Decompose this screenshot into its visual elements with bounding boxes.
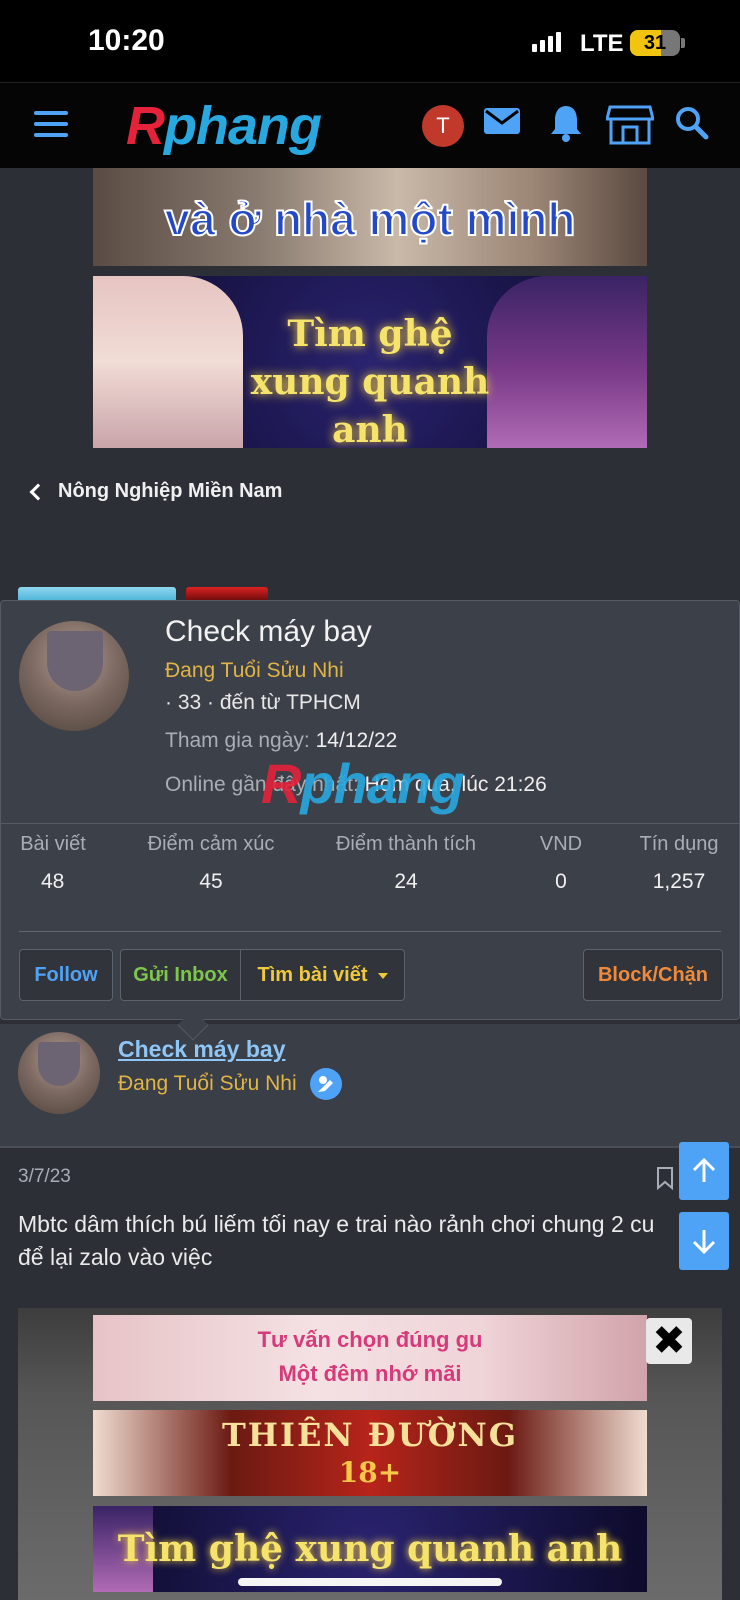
caret-down-icon <box>377 972 388 979</box>
post-content: Mbtc dâm thích bú liếm tối nay e trai nà… <box>18 1211 655 1270</box>
site-watermark: Rphang <box>261 752 464 815</box>
ad-banner-top-text: và ở nhà một mình <box>164 192 577 246</box>
signal-icon <box>532 32 561 52</box>
send-inbox-button[interactable]: Gửi Inbox <box>120 949 241 1001</box>
follow-button[interactable]: Follow <box>19 949 113 1001</box>
partial-tab-a <box>18 587 176 601</box>
partial-tab-b <box>186 587 268 601</box>
ad-banner-paradise[interactable]: THIÊN ĐƯỜNG 18+ <box>93 1410 647 1496</box>
battery-icon: 31 <box>630 30 680 56</box>
chevron-left-icon <box>29 483 47 500</box>
status-time: 10:20 <box>88 24 165 57</box>
profile-joined: Tham gia ngày: 14/12/22 <box>165 729 398 752</box>
network-label: LTE <box>580 30 624 57</box>
block-button[interactable]: Block/Chặn <box>583 949 723 1001</box>
site-logo[interactable]: Rphang <box>126 95 322 157</box>
post-date[interactable]: 3/7/23 <box>18 1166 71 1188</box>
user-avatar[interactable]: T <box>422 105 464 147</box>
mail-icon[interactable] <box>482 103 528 149</box>
profile-name[interactable]: Check máy bay <box>165 615 372 649</box>
divider <box>1 823 739 824</box>
profile-age-location: · 33 · đến từ TPHCM <box>165 691 361 714</box>
author-avatar[interactable] <box>18 1032 100 1114</box>
hamburger-icon[interactable] <box>34 111 68 139</box>
ad-banner-second-text: Tìm ghệ xung quanh anh <box>250 313 490 448</box>
scroll-up-button[interactable] <box>679 1142 729 1200</box>
profile-user-title: Đang Tuổi Sửu Nhi <box>165 659 344 682</box>
battery-level: 31 <box>643 32 667 54</box>
stat-vnd: VND 0 <box>539 833 583 893</box>
divider <box>19 931 721 932</box>
battery-cap <box>681 38 685 48</box>
stat-posts[interactable]: Bài viết 48 <box>19 833 87 894</box>
home-indicator[interactable] <box>238 1578 502 1586</box>
status-bar: 10:20 LTE 31 <box>0 0 740 82</box>
ad-banner-second[interactable]: Tìm ghệ xung quanh anh <box>93 276 647 448</box>
top-nav: Rphang T <box>0 82 740 168</box>
author-name-link[interactable]: Check máy bay <box>118 1036 285 1063</box>
profile-popup-card: Check máy bay Đang Tuổi Sửu Nhi · 33 · đ… <box>0 600 740 1020</box>
store-icon[interactable] <box>605 103 655 149</box>
ad-model-image-right <box>487 276 647 448</box>
divider <box>0 1146 740 1148</box>
search-icon[interactable] <box>672 103 718 149</box>
author-title: Đang Tuổi Sửu Nhi <box>118 1072 297 1095</box>
profile-avatar[interactable] <box>19 621 129 731</box>
post-author-section: Check máy bay Đang Tuổi Sửu Nhi <box>0 1024 740 1148</box>
breadcrumb-label: Nông Nghiệp Miền Nam <box>58 480 283 502</box>
stat-credit: Tín dụng 1,257 <box>639 833 719 893</box>
find-posts-dropdown[interactable]: Tìm bài viết <box>240 949 405 1001</box>
arrow-up-icon <box>692 1157 716 1182</box>
ad-banner-consult[interactable]: Tư vấn chọn đúng gu Một đêm nhớ mãi <box>93 1315 647 1401</box>
verified-badge-icon <box>310 1068 342 1100</box>
stat-reactions[interactable]: Điểm cảm xúc 45 <box>141 833 281 894</box>
ad-model-image-left <box>93 276 243 448</box>
ad-banner-top[interactable]: và ở nhà một mình <box>93 168 647 266</box>
scroll-down-button[interactable] <box>679 1212 729 1270</box>
bookmark-icon[interactable] <box>656 1166 674 1195</box>
arrow-down-icon <box>692 1230 716 1255</box>
close-icon[interactable]: ✖ <box>646 1318 692 1364</box>
breadcrumb[interactable]: Nông Nghiệp Miền Nam <box>26 480 282 503</box>
stat-achievements[interactable]: Điểm thành tích 24 <box>331 833 481 894</box>
bell-icon[interactable] <box>548 103 594 149</box>
